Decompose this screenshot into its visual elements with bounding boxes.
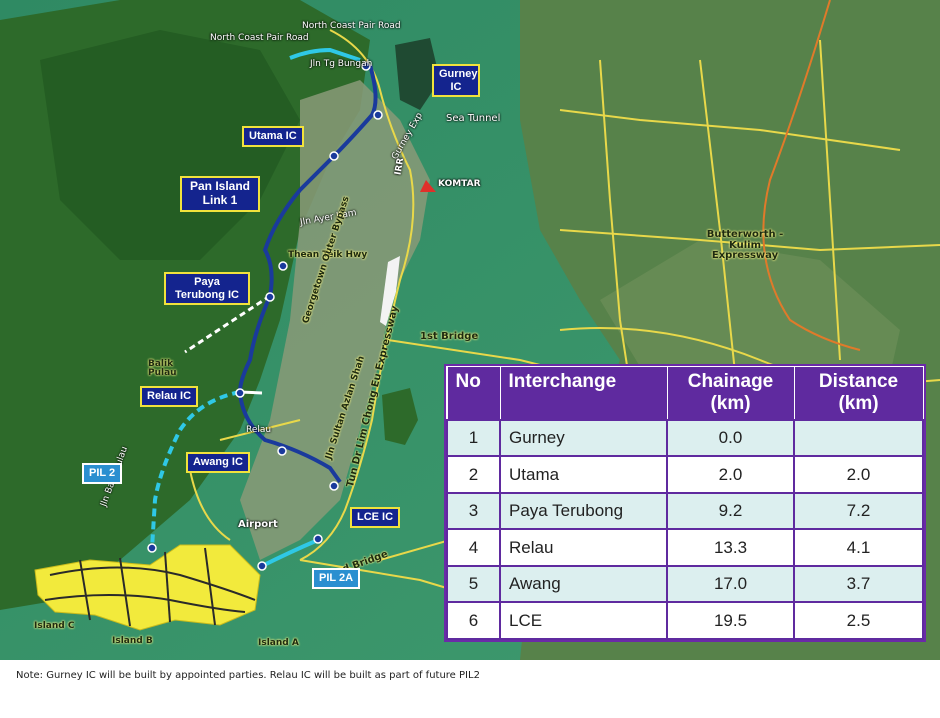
relau-ic-label: Relau IC xyxy=(147,390,192,402)
pil2a-box: PIL 2A xyxy=(312,568,361,589)
map-figure: North Coast Pair Road North Coast Pair R… xyxy=(0,0,940,718)
table-row: 4 Relau 13.3 4.1 xyxy=(446,528,924,567)
label-island-a: Island A xyxy=(258,638,299,648)
label-butterworth-kulim-expressway: Butterworth - Kulim Expressway xyxy=(706,229,784,261)
cell-interchange: LCE xyxy=(499,601,668,640)
header-distance-label: Distance (km) xyxy=(818,371,899,414)
table-row: 2 Utama 2.0 2.0 xyxy=(446,455,924,494)
utama-ic-label: Utama IC xyxy=(249,130,297,142)
pil2-label: PIL 2 xyxy=(89,467,116,479)
gurney-ic-box: Gurney IC xyxy=(432,64,480,98)
label-island-b: Island B xyxy=(112,636,153,646)
cell-interchange: Relau xyxy=(499,528,668,567)
table-row: 3 Paya Terubong 9.2 7.2 xyxy=(446,491,924,531)
cell-interchange: Awang xyxy=(499,564,668,604)
cell-distance: 3.7 xyxy=(793,564,924,604)
table-row: 5 Awang 17.0 3.7 xyxy=(446,564,924,604)
label-airport: Airport xyxy=(238,519,278,530)
label-first-bridge: 1st Bridge xyxy=(420,331,479,342)
cell-interchange: Gurney xyxy=(499,418,668,458)
interchange-table: No Interchange Chainage (km) Distance (k… xyxy=(444,364,926,642)
header-chainage-label: Chainage (km) xyxy=(687,371,774,414)
lce-ic-label: LCE IC xyxy=(357,511,394,523)
table-row: 6 LCE 19.5 2.5 xyxy=(446,601,924,640)
cell-distance: 4.1 xyxy=(793,528,924,567)
label-island-c: Island C xyxy=(34,621,75,631)
cell-chainage: 9.2 xyxy=(666,491,795,531)
cell-chainage: 17.0 xyxy=(666,564,795,604)
pan-island-link-box: Pan Island Link 1 xyxy=(180,176,260,212)
cell-no: 3 xyxy=(446,491,501,531)
pan-island-link-label: Pan Island Link 1 xyxy=(189,179,251,207)
label-balik-pulau: Balik Pulau xyxy=(148,359,177,379)
table-row: 1 Gurney 0.0 xyxy=(446,418,924,458)
label-north-coast-pair-road-east: North Coast Pair Road xyxy=(302,21,401,31)
cell-distance: 2.5 xyxy=(793,601,924,640)
utama-ic-box: Utama IC xyxy=(242,126,304,147)
awang-ic-label: Awang IC xyxy=(193,456,243,468)
cell-no: 2 xyxy=(446,455,501,494)
cell-interchange: Paya Terubong xyxy=(499,491,668,531)
label-relau: Relau xyxy=(246,425,272,435)
label-komtar: KOMTAR xyxy=(438,179,481,189)
cell-chainage: 13.3 xyxy=(666,528,795,567)
cell-interchange: Utama xyxy=(499,455,668,494)
relau-ic-box: Relau IC xyxy=(140,386,199,407)
cell-chainage: 19.5 xyxy=(666,601,795,640)
header-interchange: Interchange xyxy=(499,365,668,421)
header-distance: Distance (km) xyxy=(793,365,924,421)
paya-terubong-ic-label: Paya Terubong IC xyxy=(175,276,239,301)
table-header-row: No Interchange Chainage (km) Distance (k… xyxy=(446,365,924,421)
pil2a-label: PIL 2A xyxy=(319,572,354,584)
cell-chainage: 0.0 xyxy=(666,418,795,458)
cell-no: 1 xyxy=(446,418,501,458)
cell-no: 4 xyxy=(446,528,501,567)
gurney-ic-label: Gurney IC xyxy=(439,68,478,93)
label-sea-tunnel: Sea Tunnel xyxy=(446,113,501,124)
cell-distance xyxy=(793,418,924,458)
label-jln-tg-bungah: Jln Tg Bungah xyxy=(310,59,373,69)
cell-distance: 2.0 xyxy=(793,455,924,494)
cell-distance: 7.2 xyxy=(793,491,924,531)
paya-terubong-ic-box: Paya Terubong IC xyxy=(164,272,250,306)
header-no: No xyxy=(446,365,501,421)
header-chainage: Chainage (km) xyxy=(666,365,795,421)
lce-ic-box: LCE IC xyxy=(350,507,401,528)
label-north-coast-pair-road-west: North Coast Pair Road xyxy=(210,33,309,43)
cell-no: 5 xyxy=(446,564,501,604)
footnote: Note: Gurney IC will be built by appoint… xyxy=(16,670,480,681)
interchange-table-grid: No Interchange Chainage (km) Distance (k… xyxy=(446,365,924,640)
pil2-box: PIL 2 xyxy=(82,463,123,484)
cell-no: 6 xyxy=(446,601,501,640)
cell-chainage: 2.0 xyxy=(666,455,795,494)
awang-ic-box: Awang IC xyxy=(186,452,250,473)
